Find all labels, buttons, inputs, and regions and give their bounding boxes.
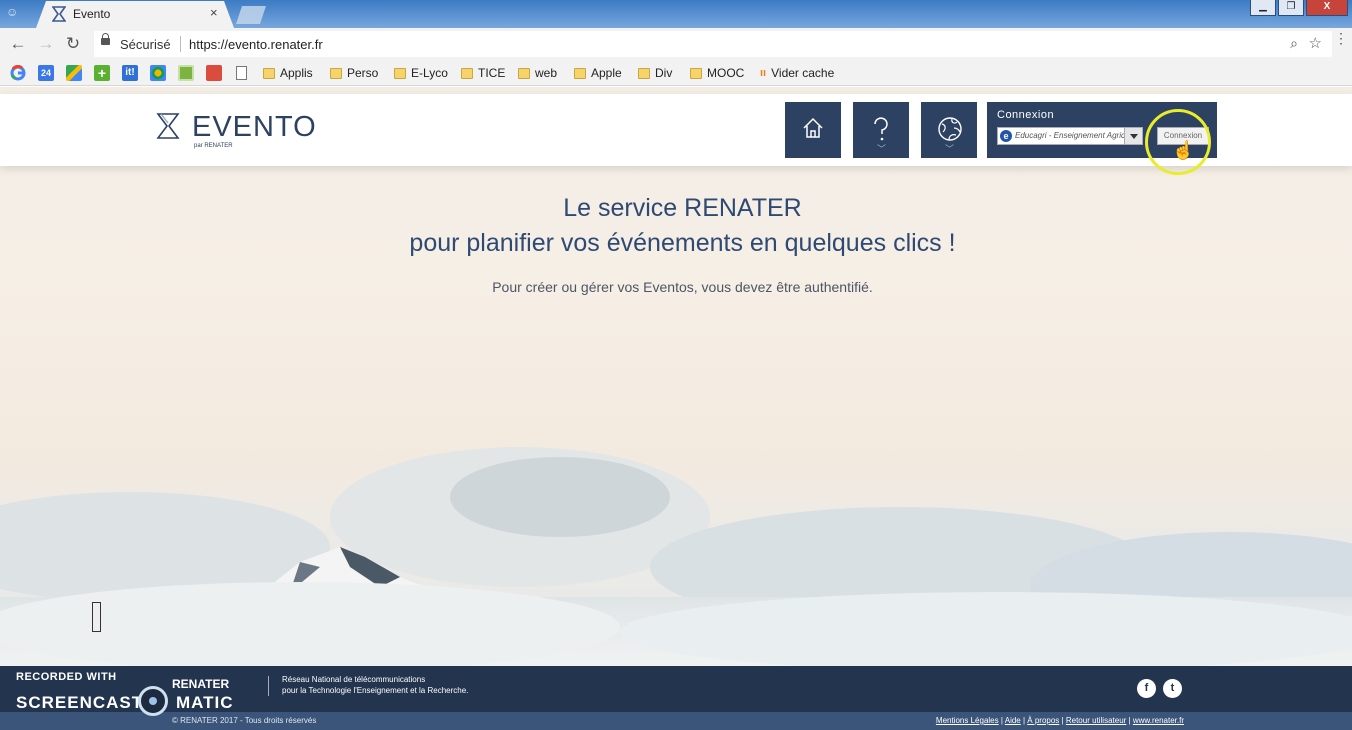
bookmark-star-icon[interactable]: ☆ (1309, 34, 1322, 52)
link-renater-site[interactable]: www.renater.fr (1133, 716, 1184, 725)
todoist-icon[interactable] (206, 65, 222, 81)
zoom-icon[interactable]: ⌕ (1290, 35, 1298, 52)
watermark-line-2: SCREENCAST (16, 693, 144, 712)
link-a-propos[interactable]: À propos (1027, 716, 1059, 725)
omnibox-divider (180, 36, 181, 52)
dropdown-arrow-icon[interactable] (1124, 128, 1142, 144)
bookmark-folder-mooc[interactable]: MOOC (690, 65, 744, 81)
address-bar[interactable]: Sécurisé https://evento.renater.fr ⌕ ☆ (94, 31, 1332, 57)
bookmark-folder-perso[interactable]: Perso (330, 65, 378, 81)
chrome-profile-icon[interactable]: ☺ (6, 5, 24, 21)
folder-icon (263, 67, 275, 79)
photo-icon[interactable] (178, 65, 194, 81)
clouds-background-image (0, 447, 1352, 667)
puzzle-icon[interactable] (150, 65, 166, 81)
plus-icon[interactable]: + (94, 65, 110, 81)
scroll-handle[interactable] (92, 602, 101, 632)
watermark-line-1: RECORDED WITH (16, 671, 117, 683)
evento-favicon-icon (52, 6, 66, 22)
renater-logo[interactable]: RENATER (172, 677, 229, 691)
it-icon[interactable]: it! (122, 65, 138, 81)
bookmark-folder-elyco[interactable]: E-Lyco (394, 65, 448, 81)
footer-separator (268, 676, 269, 696)
copyright-text: © RENATER 2017 - Tous droits réservés (172, 716, 317, 725)
twitter-icon[interactable]: t (1163, 679, 1182, 698)
bookmark-folder-web[interactable]: web (518, 65, 557, 81)
bookmark-folder-tice[interactable]: TICE (461, 65, 505, 81)
folder-icon (690, 67, 702, 79)
login-title: Connexion (997, 109, 1055, 121)
home-button[interactable] (785, 102, 841, 158)
cache-icon: ıı (760, 67, 767, 79)
url-text[interactable]: https://evento.renater.fr (189, 37, 323, 52)
chevron-down-icon: ﹀ (945, 144, 955, 154)
educagri-icon: e (1000, 130, 1012, 142)
globe-icon (938, 117, 962, 141)
hero-line-2: pour planifier vos événements en quelque… (409, 229, 956, 257)
bookmark-folder-div[interactable]: Div (638, 65, 672, 81)
folder-icon (461, 67, 473, 79)
language-button[interactable]: ﹀ (921, 102, 977, 158)
google-icon[interactable] (10, 65, 26, 81)
hero-line-1: Le service RENATER (563, 194, 802, 222)
identity-provider-select[interactable]: e Educagri - Enseignement Agricole (997, 127, 1143, 145)
browser-menu-icon[interactable]: ⋮ (1334, 31, 1348, 45)
folder-icon (394, 67, 406, 79)
home-icon (803, 117, 823, 138)
question-icon (874, 117, 888, 141)
chevron-down-icon: ﹀ (877, 144, 887, 154)
new-tab-button[interactable] (236, 6, 266, 24)
hero-subtitle: Pour créer ou gérer vos Eventos, vous de… (492, 279, 873, 295)
idp-selected-value: Educagri - Enseignement Agricole (1015, 131, 1136, 140)
footer-bottom-bar: © RENATER 2017 - Tous droits réservés Me… (0, 712, 1352, 730)
watermark-line-3: MATIC (176, 693, 234, 712)
link-aide[interactable]: Aide (1005, 716, 1021, 725)
browser-toolbar: ← → ↻ Sécurisé https://evento.renater.fr… (0, 28, 1352, 60)
bookmark-folder-applis[interactable]: Applis (263, 65, 313, 81)
tab-close-icon[interactable]: × (210, 5, 218, 20)
minimize-button[interactable]: ▁ (1250, 0, 1276, 16)
link-retour-utilisateur[interactable]: Retour utilisateur (1066, 716, 1126, 725)
evento-logo-sub: par RENATER (194, 143, 233, 149)
bookmark-folder-apple[interactable]: Apple (574, 65, 622, 81)
help-button[interactable]: ﹀ (853, 102, 909, 158)
window-controls: ▁ ❐ X (1250, 0, 1348, 16)
evento-logo-text[interactable]: EVENTO (192, 111, 317, 144)
folder-icon (330, 67, 342, 79)
reload-icon[interactable]: ↻ (63, 34, 83, 54)
bookmark-vider-cache[interactable]: ıı Vider cache (760, 65, 834, 81)
secure-label: Sécurisé (120, 37, 171, 52)
folder-icon (518, 67, 530, 79)
maps-icon[interactable] (66, 65, 82, 81)
tab-title: Evento (73, 7, 111, 21)
calendar-24-icon[interactable]: 24 (38, 65, 54, 81)
forward-arrow-icon[interactable]: → (36, 34, 56, 54)
footer-links: Mentions Légales | Aide | À propos | Ret… (935, 716, 1184, 725)
maximize-button[interactable]: ❐ (1278, 0, 1304, 16)
hero-title: Le service RENATER pour planifier vos év… (0, 191, 1352, 261)
evento-logo-icon[interactable] (156, 112, 180, 140)
browser-tab[interactable]: Evento × (36, 1, 234, 28)
lock-icon (101, 33, 110, 45)
browser-titlebar: ☺ Evento × ▁ ❐ X (0, 0, 1352, 28)
hand-cursor-icon: ☝ (1172, 140, 1195, 160)
evento-page: EVENTO par RENATER ﹀ ﹀ Connexion e Educa… (0, 87, 1352, 730)
bookmarks-bar: 24 + it! Applis Perso E-Lyco TICE web Ap… (0, 60, 1352, 86)
screencast-logo-icon (138, 686, 168, 716)
back-arrow-icon[interactable]: ← (8, 34, 28, 54)
close-window-button[interactable]: X (1306, 0, 1348, 16)
link-mentions-legales[interactable]: Mentions Légales (936, 716, 999, 725)
folder-icon (574, 67, 586, 79)
facebook-icon[interactable]: f (1137, 679, 1156, 698)
page-icon[interactable] (236, 65, 247, 81)
folder-icon (638, 67, 650, 79)
renater-description: Réseau National de télécommunications po… (282, 675, 469, 695)
screencast-watermark: RECORDED WITH SCREENCAST MATIC (16, 671, 233, 716)
